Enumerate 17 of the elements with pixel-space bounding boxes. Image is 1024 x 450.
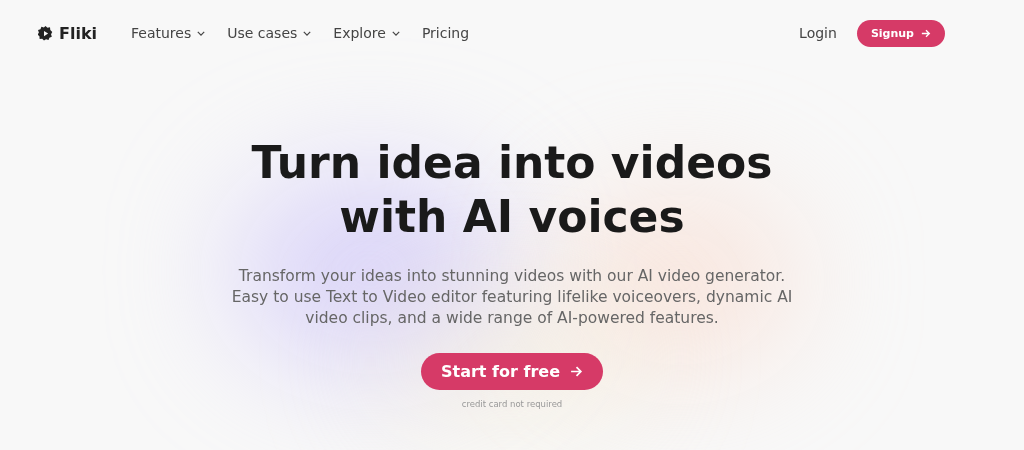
chevron-down-icon (197, 30, 206, 36)
nav-link[interactable]: Explore (333, 25, 400, 41)
cta-note: credit card not required (461, 399, 563, 409)
brand-name[interactable]: Fliki (59, 23, 98, 43)
chevron-down-icon (303, 30, 312, 36)
login-link[interactable]: Login (799, 25, 837, 41)
signup-button[interactable]: Signup (856, 19, 945, 47)
arrow-right-icon (570, 366, 583, 377)
start-button[interactable]: Start for free (420, 353, 603, 390)
nav-link[interactable]: Pricing (421, 25, 470, 41)
chevron-down-icon (391, 30, 400, 36)
nav-link[interactable]: Use cases (227, 25, 312, 41)
nav-link[interactable]: Features (131, 25, 206, 41)
arrow-right-icon (921, 28, 931, 38)
logo-icon (38, 25, 53, 41)
hero-subtitle: Transform your ideas into stunning videos with our AI video generator. Easy to use Text to Video editor featuring lifelike voiceovers, dynamic AI video clips, and a wide range of AI-powered features. (231, 266, 793, 329)
hero-heading: Turn idea into videos with AI voices (251, 136, 773, 244)
